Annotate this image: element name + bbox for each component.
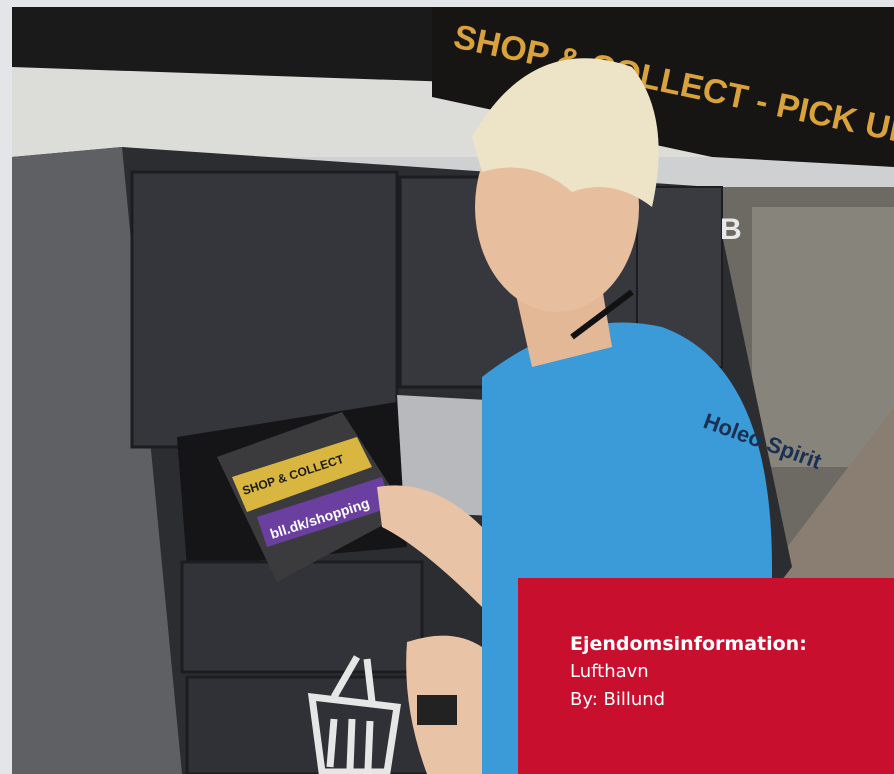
property-type: Lufthavn [570,661,649,682]
property-info-title: Ejendomsinformation: [570,633,807,655]
watch [417,695,457,725]
locker-letter: B [720,213,742,246]
locker-door [130,170,399,449]
property-city: By: Billund [570,689,666,710]
property-info-card: Ejendomsinformation: Lufthavn By: Billun… [518,578,894,774]
locker-door [180,560,424,674]
